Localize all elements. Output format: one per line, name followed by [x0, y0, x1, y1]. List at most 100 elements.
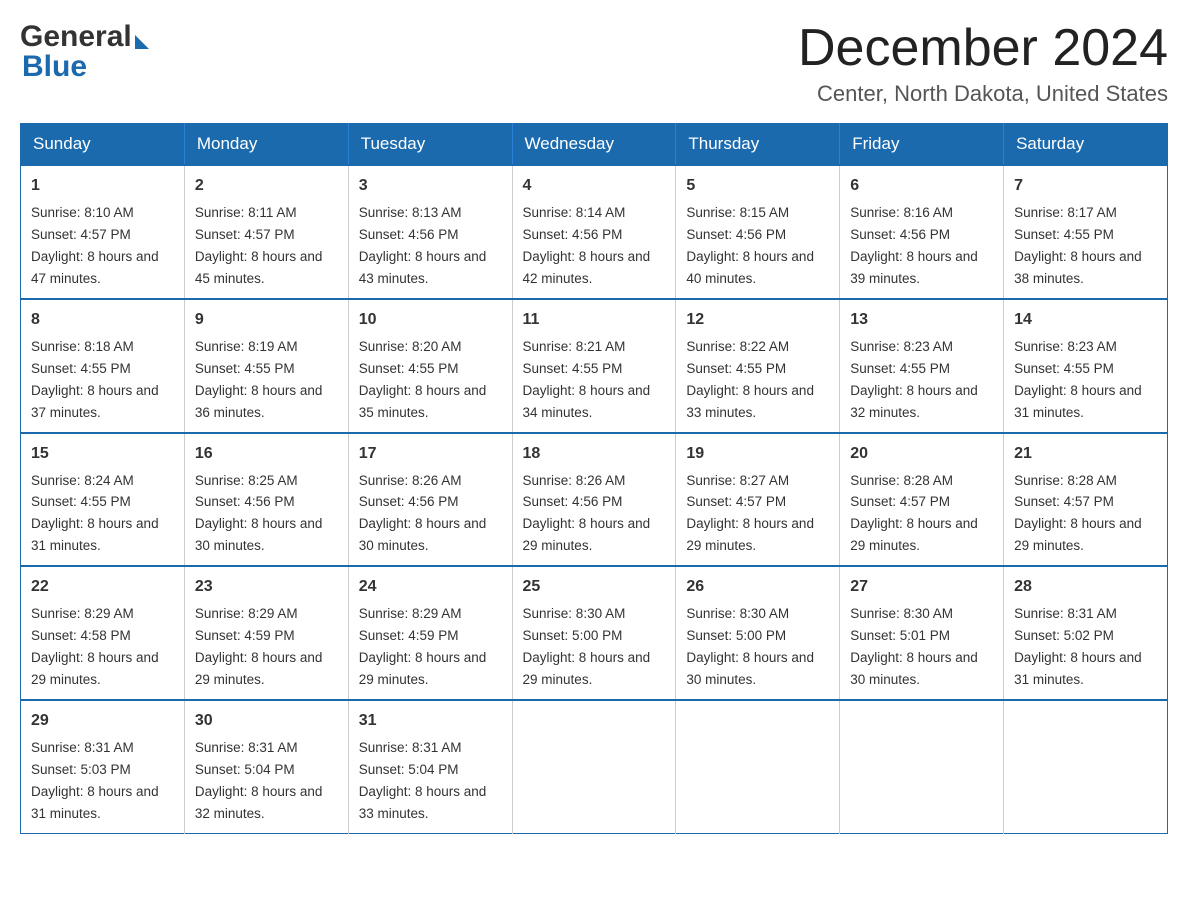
table-row: 12 Sunrise: 8:22 AMSunset: 4:55 PMDaylig…: [676, 299, 840, 433]
table-row: 4 Sunrise: 8:14 AMSunset: 4:56 PMDayligh…: [512, 165, 676, 299]
day-number: 24: [359, 575, 502, 599]
day-info: Sunrise: 8:13 AMSunset: 4:56 PMDaylight:…: [359, 205, 487, 286]
day-number: 1: [31, 174, 174, 198]
day-info: Sunrise: 8:26 AMSunset: 4:56 PMDaylight:…: [523, 473, 651, 554]
table-row: [840, 700, 1004, 833]
day-info: Sunrise: 8:17 AMSunset: 4:55 PMDaylight:…: [1014, 205, 1142, 286]
table-row: 23 Sunrise: 8:29 AMSunset: 4:59 PMDaylig…: [184, 566, 348, 700]
table-row: 18 Sunrise: 8:26 AMSunset: 4:56 PMDaylig…: [512, 433, 676, 567]
day-info: Sunrise: 8:26 AMSunset: 4:56 PMDaylight:…: [359, 473, 487, 554]
day-info: Sunrise: 8:28 AMSunset: 4:57 PMDaylight:…: [1014, 473, 1142, 554]
table-row: [1004, 700, 1168, 833]
day-info: Sunrise: 8:10 AMSunset: 4:57 PMDaylight:…: [31, 205, 159, 286]
day-info: Sunrise: 8:16 AMSunset: 4:56 PMDaylight:…: [850, 205, 978, 286]
table-row: 13 Sunrise: 8:23 AMSunset: 4:55 PMDaylig…: [840, 299, 1004, 433]
day-number: 6: [850, 174, 993, 198]
logo-general-text: General: [20, 20, 132, 54]
day-number: 26: [686, 575, 829, 599]
day-info: Sunrise: 8:21 AMSunset: 4:55 PMDaylight:…: [523, 339, 651, 420]
day-number: 4: [523, 174, 666, 198]
table-row: 7 Sunrise: 8:17 AMSunset: 4:55 PMDayligh…: [1004, 165, 1168, 299]
calendar-week-row: 1 Sunrise: 8:10 AMSunset: 4:57 PMDayligh…: [21, 165, 1168, 299]
logo-arrow-icon: [135, 35, 149, 49]
day-number: 8: [31, 308, 174, 332]
day-info: Sunrise: 8:22 AMSunset: 4:55 PMDaylight:…: [686, 339, 814, 420]
table-row: 29 Sunrise: 8:31 AMSunset: 5:03 PMDaylig…: [21, 700, 185, 833]
day-number: 5: [686, 174, 829, 198]
header-thursday: Thursday: [676, 124, 840, 166]
table-row: 16 Sunrise: 8:25 AMSunset: 4:56 PMDaylig…: [184, 433, 348, 567]
day-number: 31: [359, 709, 502, 733]
table-row: 5 Sunrise: 8:15 AMSunset: 4:56 PMDayligh…: [676, 165, 840, 299]
table-row: 20 Sunrise: 8:28 AMSunset: 4:57 PMDaylig…: [840, 433, 1004, 567]
table-row: [512, 700, 676, 833]
day-number: 7: [1014, 174, 1157, 198]
day-number: 27: [850, 575, 993, 599]
table-row: 11 Sunrise: 8:21 AMSunset: 4:55 PMDaylig…: [512, 299, 676, 433]
day-number: 17: [359, 442, 502, 466]
calendar-week-row: 8 Sunrise: 8:18 AMSunset: 4:55 PMDayligh…: [21, 299, 1168, 433]
logo-line1: General: [20, 20, 149, 54]
table-row: 31 Sunrise: 8:31 AMSunset: 5:04 PMDaylig…: [348, 700, 512, 833]
day-number: 18: [523, 442, 666, 466]
day-number: 23: [195, 575, 338, 599]
day-number: 29: [31, 709, 174, 733]
header-sunday: Sunday: [21, 124, 185, 166]
header-monday: Monday: [184, 124, 348, 166]
table-row: 1 Sunrise: 8:10 AMSunset: 4:57 PMDayligh…: [21, 165, 185, 299]
table-row: 15 Sunrise: 8:24 AMSunset: 4:55 PMDaylig…: [21, 433, 185, 567]
day-number: 30: [195, 709, 338, 733]
table-row: 26 Sunrise: 8:30 AMSunset: 5:00 PMDaylig…: [676, 566, 840, 700]
title-block: December 2024 Center, North Dakota, Unit…: [798, 20, 1168, 107]
day-info: Sunrise: 8:14 AMSunset: 4:56 PMDaylight:…: [523, 205, 651, 286]
day-info: Sunrise: 8:23 AMSunset: 4:55 PMDaylight:…: [1014, 339, 1142, 420]
calendar-body: 1 Sunrise: 8:10 AMSunset: 4:57 PMDayligh…: [21, 165, 1168, 833]
day-info: Sunrise: 8:31 AMSunset: 5:04 PMDaylight:…: [195, 740, 323, 821]
header-friday: Friday: [840, 124, 1004, 166]
day-info: Sunrise: 8:30 AMSunset: 5:00 PMDaylight:…: [686, 606, 814, 687]
table-row: 27 Sunrise: 8:30 AMSunset: 5:01 PMDaylig…: [840, 566, 1004, 700]
day-info: Sunrise: 8:15 AMSunset: 4:56 PMDaylight:…: [686, 205, 814, 286]
day-number: 20: [850, 442, 993, 466]
table-row: 30 Sunrise: 8:31 AMSunset: 5:04 PMDaylig…: [184, 700, 348, 833]
header-wednesday: Wednesday: [512, 124, 676, 166]
day-number: 28: [1014, 575, 1157, 599]
day-info: Sunrise: 8:29 AMSunset: 4:58 PMDaylight:…: [31, 606, 159, 687]
table-row: 14 Sunrise: 8:23 AMSunset: 4:55 PMDaylig…: [1004, 299, 1168, 433]
day-info: Sunrise: 8:11 AMSunset: 4:57 PMDaylight:…: [195, 205, 323, 286]
day-number: 12: [686, 308, 829, 332]
month-title: December 2024: [798, 20, 1168, 77]
calendar-table: Sunday Monday Tuesday Wednesday Thursday…: [20, 123, 1168, 833]
table-row: 21 Sunrise: 8:28 AMSunset: 4:57 PMDaylig…: [1004, 433, 1168, 567]
day-number: 14: [1014, 308, 1157, 332]
day-info: Sunrise: 8:19 AMSunset: 4:55 PMDaylight:…: [195, 339, 323, 420]
page-header: General Blue December 2024 Center, North…: [20, 20, 1168, 107]
day-info: Sunrise: 8:18 AMSunset: 4:55 PMDaylight:…: [31, 339, 159, 420]
day-number: 22: [31, 575, 174, 599]
table-row: 22 Sunrise: 8:29 AMSunset: 4:58 PMDaylig…: [21, 566, 185, 700]
table-row: 6 Sunrise: 8:16 AMSunset: 4:56 PMDayligh…: [840, 165, 1004, 299]
header-tuesday: Tuesday: [348, 124, 512, 166]
day-info: Sunrise: 8:29 AMSunset: 4:59 PMDaylight:…: [195, 606, 323, 687]
table-row: 9 Sunrise: 8:19 AMSunset: 4:55 PMDayligh…: [184, 299, 348, 433]
day-info: Sunrise: 8:31 AMSunset: 5:02 PMDaylight:…: [1014, 606, 1142, 687]
table-row: 2 Sunrise: 8:11 AMSunset: 4:57 PMDayligh…: [184, 165, 348, 299]
day-info: Sunrise: 8:31 AMSunset: 5:03 PMDaylight:…: [31, 740, 159, 821]
calendar-week-row: 15 Sunrise: 8:24 AMSunset: 4:55 PMDaylig…: [21, 433, 1168, 567]
table-row: 25 Sunrise: 8:30 AMSunset: 5:00 PMDaylig…: [512, 566, 676, 700]
calendar-week-row: 29 Sunrise: 8:31 AMSunset: 5:03 PMDaylig…: [21, 700, 1168, 833]
day-number: 2: [195, 174, 338, 198]
day-number: 3: [359, 174, 502, 198]
day-number: 11: [523, 308, 666, 332]
logo-blue-text: Blue: [20, 50, 87, 84]
day-number: 9: [195, 308, 338, 332]
day-number: 10: [359, 308, 502, 332]
logo: General Blue: [20, 20, 149, 84]
table-row: 28 Sunrise: 8:31 AMSunset: 5:02 PMDaylig…: [1004, 566, 1168, 700]
calendar-header: Sunday Monday Tuesday Wednesday Thursday…: [21, 124, 1168, 166]
location-title: Center, North Dakota, United States: [798, 81, 1168, 107]
header-saturday: Saturday: [1004, 124, 1168, 166]
day-info: Sunrise: 8:29 AMSunset: 4:59 PMDaylight:…: [359, 606, 487, 687]
day-number: 13: [850, 308, 993, 332]
day-number: 15: [31, 442, 174, 466]
